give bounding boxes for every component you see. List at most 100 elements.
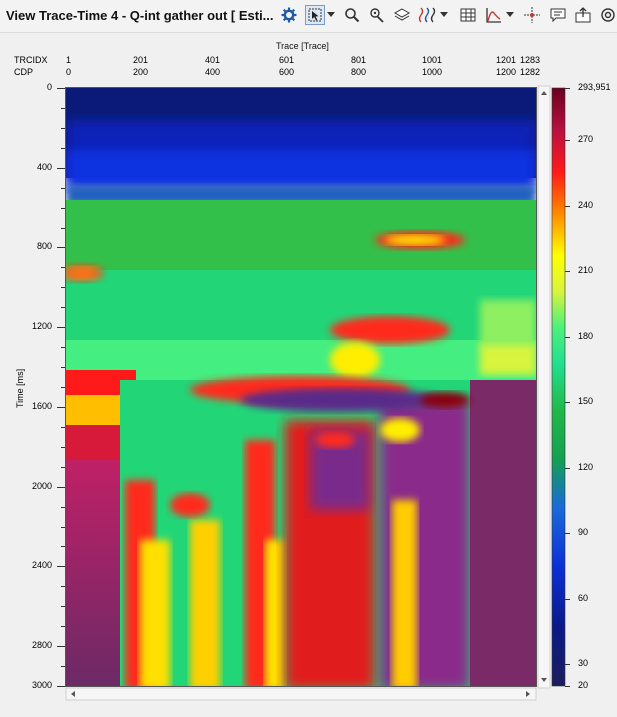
y-minor-tick xyxy=(61,167,65,169)
y-minor-tick xyxy=(61,406,65,408)
crosshair-icon[interactable] xyxy=(522,5,542,25)
y-tick-label: 1200 xyxy=(31,321,52,332)
colorbar-tick-mark xyxy=(565,533,570,535)
header-row-name-trcidx: TRCIDX xyxy=(14,55,48,65)
select-mode-dropdown-icon[interactable] xyxy=(326,5,336,25)
layers-icon[interactable] xyxy=(392,5,412,25)
x-axis-title: Trace [Trace] xyxy=(276,41,329,51)
horizontal-scrollbar[interactable] xyxy=(66,688,536,700)
colorbar-tick-label: 240 xyxy=(578,199,594,210)
colorbar-tick-label: 60 xyxy=(578,592,589,603)
colorbar-tick-mark xyxy=(565,686,570,687)
settings-more-icon[interactable] xyxy=(598,5,617,25)
pointer-select-icon[interactable] xyxy=(305,5,325,25)
header-tick-trcidx-7: 1283 xyxy=(520,55,541,65)
y-minor-tick xyxy=(61,446,65,448)
y-minor-tick xyxy=(61,426,65,428)
colorbar-tick-mark xyxy=(565,140,570,142)
gear-icon[interactable] xyxy=(279,5,299,25)
wiggle-icon[interactable] xyxy=(417,5,437,25)
y-minor-tick xyxy=(61,506,65,508)
y-minor-tick xyxy=(61,526,65,528)
y-minor-tick xyxy=(61,367,65,369)
y-minor-tick xyxy=(61,586,65,588)
header-tick-cdp-0: 0 xyxy=(66,67,72,77)
header-tick-cdp-3: 600 xyxy=(279,67,295,77)
plot-frame xyxy=(65,87,537,687)
spectrum-icon[interactable] xyxy=(484,5,504,25)
colorbar-tick-label: 270 xyxy=(578,134,594,145)
y-tick-label: 2400 xyxy=(31,560,52,571)
colorbar-tick-label: 20 xyxy=(578,680,589,690)
y-tick-label: 3000 xyxy=(31,680,52,690)
header-tick-trcidx-3: 601 xyxy=(279,55,295,65)
y-tick-label: 2800 xyxy=(31,640,52,651)
plot-svg xyxy=(65,85,566,701)
y-minor-tick xyxy=(61,287,65,289)
comment-icon[interactable] xyxy=(548,5,568,25)
colorbar-tick-mark xyxy=(565,205,570,207)
y-minor-tick xyxy=(61,347,65,349)
seismic-image xyxy=(66,88,536,686)
y-minor-tick xyxy=(61,267,65,269)
colorbar-tick-mark xyxy=(565,271,570,273)
y-minor-tick xyxy=(61,387,65,388)
y-minor-tick xyxy=(61,606,65,608)
y-minor-tick xyxy=(61,187,65,189)
y-minor-tick xyxy=(61,147,65,149)
colorbar-tick-label: 293,951 xyxy=(578,82,611,92)
zoom-icon[interactable] xyxy=(342,5,362,25)
export-icon[interactable] xyxy=(573,5,593,25)
y-minor-tick xyxy=(61,127,65,129)
table-icon[interactable] xyxy=(458,5,478,25)
header-tick-trcidx-0: 1 xyxy=(66,55,72,65)
window-titlebar: View Trace-Time 4 - Q-int gather out [ E… xyxy=(0,0,617,33)
header-row-name-cdp: CDP xyxy=(14,67,34,77)
colorbar-tick-label: 30 xyxy=(578,658,589,669)
y-minor-tick xyxy=(61,88,65,89)
y-minor-tick xyxy=(61,626,65,628)
y-minor-tick xyxy=(61,686,65,687)
colorbar-tick-label: 180 xyxy=(578,330,594,341)
header-tick-cdp-7: 1282 xyxy=(520,67,541,77)
window-title: View Trace-Time 4 - Q-int gather out [ E… xyxy=(6,8,274,23)
header-tick-cdp-4: 800 xyxy=(351,67,367,77)
colorbar xyxy=(551,87,566,687)
y-tick-label: 2000 xyxy=(31,480,52,491)
y-minor-tick xyxy=(61,247,65,249)
display-mode-dropdown-icon[interactable] xyxy=(439,5,449,25)
colorbar-tick-mark xyxy=(565,664,570,666)
header-tick-trcidx-6: 1201 xyxy=(496,55,517,65)
header-tick-trcidx-4: 801 xyxy=(351,55,367,65)
colorbar-tick-mark xyxy=(565,467,570,469)
y-minor-tick xyxy=(61,207,65,209)
colorbar-tick-mark xyxy=(565,598,570,600)
header-tick-cdp-1: 200 xyxy=(133,67,149,77)
header-tick-trcidx-5: 1001 xyxy=(422,55,443,65)
vertical-scrollbar[interactable] xyxy=(538,86,550,688)
header-tick-trcidx-1: 201 xyxy=(133,55,149,65)
colorbar-tick-mark xyxy=(565,336,570,338)
colorbar-tick-label: 210 xyxy=(578,265,594,276)
trace-pick-icon[interactable] xyxy=(367,5,387,25)
y-minor-tick xyxy=(61,466,65,468)
y-minor-tick xyxy=(61,646,65,648)
y-minor-tick xyxy=(61,666,65,668)
y-minor-tick xyxy=(61,546,65,548)
header-tick-trcidx-2: 401 xyxy=(205,55,221,65)
y-minor-tick xyxy=(61,486,65,488)
y-minor-tick xyxy=(61,107,65,109)
y-minor-tick xyxy=(61,566,65,568)
y-tick-label: 0 xyxy=(46,82,52,92)
y-tick-label: 1600 xyxy=(31,400,52,411)
analysis-dropdown-icon[interactable] xyxy=(505,5,515,25)
y-tick-label: 400 xyxy=(36,161,52,172)
colorbar-tick-label: 90 xyxy=(578,527,589,538)
colorbar-tick-mark xyxy=(565,402,570,404)
y-minor-tick xyxy=(61,327,65,329)
colorbar-tick-label: 120 xyxy=(578,461,594,472)
header-tick-cdp-6: 1200 xyxy=(496,67,517,77)
y-minor-tick xyxy=(61,227,65,229)
colorbar-tick-label: 150 xyxy=(578,396,594,407)
header-tick-cdp-2: 400 xyxy=(205,67,221,77)
